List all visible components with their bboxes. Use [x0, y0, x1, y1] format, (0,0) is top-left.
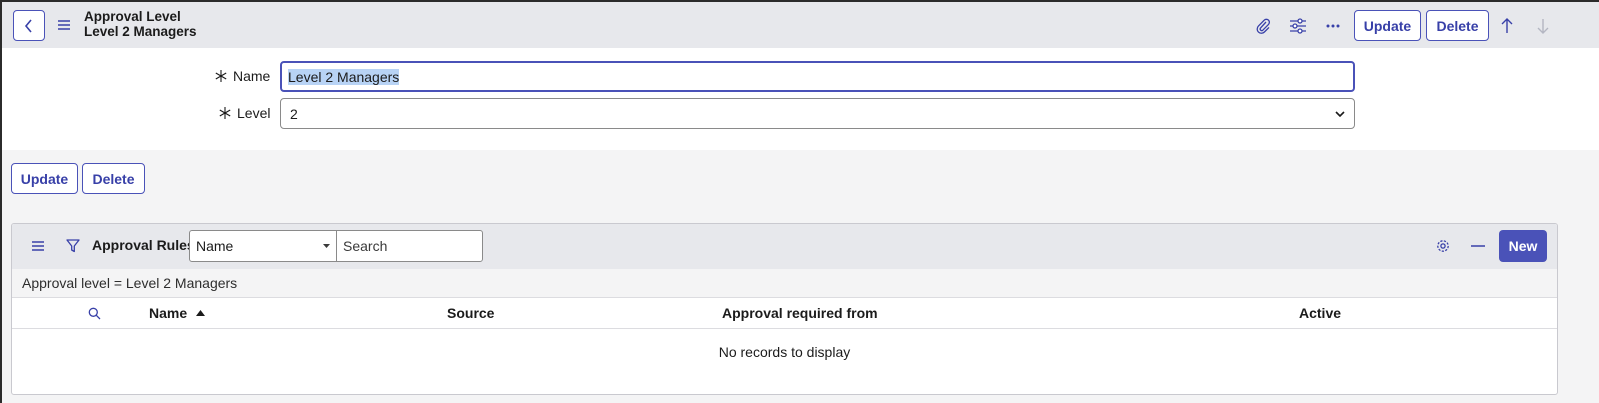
list-menu-icon[interactable]: [27, 235, 49, 257]
search-placeholder: Search: [343, 238, 388, 254]
record-name-title: Level 2 Managers: [84, 24, 197, 39]
column-header-source[interactable]: Source: [447, 305, 494, 321]
minimize-icon[interactable]: [1467, 235, 1489, 257]
column-header-approval-required-from[interactable]: Approval required from: [722, 305, 878, 321]
arrow-down-icon[interactable]: [1532, 15, 1554, 37]
sort-ascending-icon: [196, 310, 206, 316]
bottom-update-button[interactable]: Update: [11, 163, 78, 194]
form-header: Approval Level Level 2 Managers Update D…: [2, 2, 1599, 48]
settings-sliders-icon[interactable]: [1287, 15, 1309, 37]
level-field-label: Level: [219, 105, 270, 121]
paperclip-icon[interactable]: [1252, 15, 1274, 37]
level-select-value: 2: [290, 105, 298, 122]
column-header-active[interactable]: Active: [1299, 305, 1341, 321]
gear-icon[interactable]: [1432, 235, 1454, 257]
record-type-title: Approval Level: [84, 9, 181, 24]
related-list-toolbar: Approval Rules Name Search New: [12, 224, 1557, 269]
form-body: Name Level 2 Managers Level 2: [2, 48, 1599, 150]
form-title: Approval Level Level 2 Managers: [84, 9, 197, 39]
chevron-down-icon: [1335, 110, 1345, 117]
new-button[interactable]: New: [1499, 230, 1547, 262]
search-field-select[interactable]: Name: [189, 230, 337, 262]
bottom-delete-button[interactable]: Delete: [82, 163, 145, 194]
menu-icon[interactable]: [56, 16, 72, 34]
header-delete-button[interactable]: Delete: [1426, 10, 1489, 41]
column-name-label: Name: [149, 305, 188, 321]
empty-state-message: No records to display: [718, 344, 851, 360]
required-icon: [215, 70, 227, 82]
search-field-value: Name: [196, 238, 234, 254]
more-icon[interactable]: [1322, 15, 1344, 37]
search-input[interactable]: Search: [336, 230, 483, 262]
related-list-title: Approval Rules: [92, 237, 195, 253]
table-header: Name Source Approval required from Activ…: [12, 298, 1557, 329]
search-icon[interactable]: [83, 302, 105, 324]
back-button[interactable]: [13, 10, 45, 41]
header-update-button[interactable]: Update: [1354, 10, 1421, 41]
filter-text: Approval level = Level 2 Managers: [22, 275, 238, 291]
name-input-value: Level 2 Managers: [288, 68, 400, 85]
level-select[interactable]: 2: [280, 98, 1355, 129]
name-label-text: Name: [233, 68, 271, 84]
column-header-name[interactable]: Name: [149, 305, 206, 321]
back-icon: [24, 18, 32, 33]
caret-down-icon: [323, 244, 330, 248]
required-icon: [219, 107, 231, 119]
arrow-up-icon[interactable]: [1496, 15, 1518, 37]
name-input[interactable]: Level 2 Managers: [280, 61, 1355, 92]
approval-rules-related-list: Approval Rules Name Search New Approval …: [11, 223, 1558, 395]
level-label-text: Level: [237, 105, 271, 121]
name-field-label: Name: [215, 68, 270, 84]
filter-icon[interactable]: [62, 235, 84, 257]
filter-breadcrumb[interactable]: Approval level = Level 2 Managers: [12, 269, 1557, 298]
